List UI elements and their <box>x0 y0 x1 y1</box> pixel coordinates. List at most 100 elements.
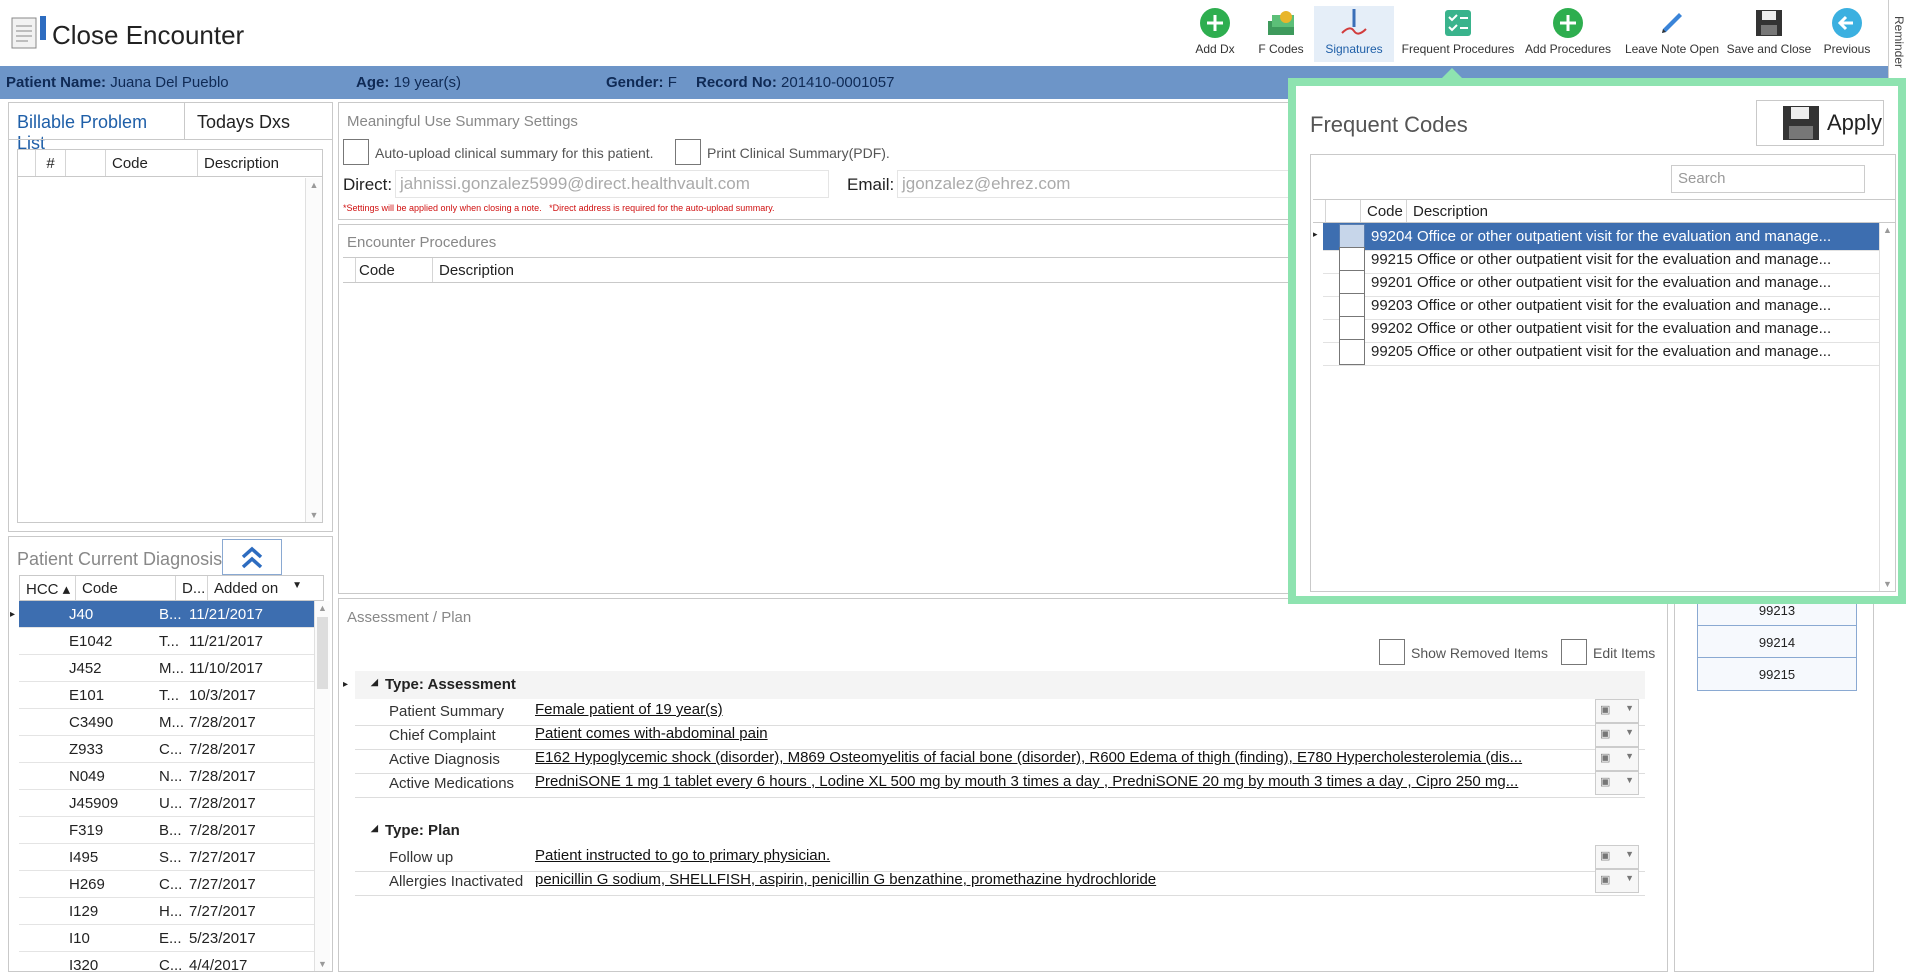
frequent-codes-search[interactable]: Search <box>1671 165 1865 193</box>
save-icon <box>1783 106 1819 140</box>
direct-address-field[interactable]: jahnissi.gonzalez5999@direct.healthvault… <box>395 170 829 198</box>
diagnosis-row[interactable]: J40 B... 11/21/2017 <box>19 601 314 628</box>
group-assessment[interactable]: ◢ Type: Assessment <box>355 671 1645 699</box>
code-cell: 99203 <box>1371 297 1413 314</box>
diagnosis-row[interactable]: Z933 C... 7/28/2017 <box>19 736 314 763</box>
previous-button[interactable]: Previous <box>1815 6 1879 62</box>
diagnosis-row[interactable]: I320 C... 4/4/2017 <box>19 952 314 977</box>
frequent-codes-title: Frequent Codes <box>1310 112 1468 137</box>
tab-todays-dxs[interactable]: Todays Dxs <box>189 103 329 139</box>
item-value[interactable]: penicillin G sodium, SHELLFISH, aspirin,… <box>535 871 1575 888</box>
procedure-code-button[interactable]: 99215 <box>1697 657 1857 691</box>
added-on-cell: 7/27/2017 <box>189 903 256 920</box>
billable-problem-panel: Billable Problem List Todays Dxs # Code … <box>8 102 333 532</box>
collapse-button[interactable] <box>222 539 282 575</box>
show-removed-checkbox[interactable] <box>1379 639 1405 665</box>
diagnosis-row[interactable]: F319 B... 7/28/2017 <box>19 817 314 844</box>
add-dx-button[interactable]: Add Dx <box>1187 6 1243 62</box>
code-cell: C3490 <box>69 714 114 731</box>
diagnosis-row[interactable]: J45909 U... 7/28/2017 <box>19 790 314 817</box>
signatures-button[interactable]: Signatures <box>1314 6 1394 62</box>
code-cell: 99202 <box>1371 320 1413 337</box>
age-label: Age: <box>356 74 390 91</box>
row-checkbox[interactable] <box>1339 339 1365 365</box>
diagnosis-header: HCC ▴ Code D... Added on ▼ <box>19 575 324 601</box>
signature-pen-icon <box>1337 6 1371 40</box>
item-action-dropdown[interactable]: ▣ ▼ <box>1595 747 1639 771</box>
frequent-codes-scrollbar[interactable]: ▲ ▼ <box>1879 223 1895 591</box>
description-cell: B... <box>159 606 182 623</box>
procedures-title: Encounter Procedures <box>347 234 497 251</box>
procedure-codes-column: 9921199212992139921499215 <box>1674 529 1874 972</box>
mu-title: Meaningful Use Summary Settings <box>347 113 578 130</box>
item-action-dropdown[interactable]: ▣ ▼ <box>1595 699 1639 723</box>
save-and-close-button[interactable]: Save and Close <box>1726 6 1812 62</box>
pencil-icon <box>1655 6 1689 40</box>
item-key: Active Diagnosis <box>389 751 500 768</box>
diagnosis-row[interactable]: H269 C... 7/27/2017 <box>19 871 314 898</box>
item-action-dropdown[interactable]: ▣ ▼ <box>1595 723 1639 747</box>
assessment-item-row[interactable]: Allergies Inactivated penicillin G sodium… <box>355 867 1645 896</box>
reminder-side-tab[interactable]: Reminder <box>1888 0 1906 90</box>
direct-label: Direct: <box>343 175 393 194</box>
add-procedures-button[interactable]: Add Procedures <box>1522 6 1614 62</box>
diagnosis-scrollbar[interactable]: ▲ ▼ <box>314 601 330 971</box>
item-action-dropdown[interactable]: ▣ ▼ <box>1595 869 1639 893</box>
diagnosis-row[interactable]: I10 E... 5/23/2017 <box>19 925 314 952</box>
description-cell: U... <box>159 795 183 812</box>
code-cell: 99215 <box>1371 251 1413 268</box>
tab-billable-problem-list[interactable]: Billable Problem List <box>9 103 185 153</box>
leave-note-open-button[interactable]: Leave Note Open <box>1622 6 1722 62</box>
code-cell: I320 <box>69 957 99 974</box>
diagnosis-row[interactable]: J452 M... 11/10/2017 <box>19 655 314 682</box>
description-cell: Office or other outpatient visit for the… <box>1417 228 1832 245</box>
item-value[interactable]: Patient comes with-abdominal pain <box>535 725 1575 742</box>
diagnosis-row[interactable]: E1042 T... 11/21/2017 <box>19 628 314 655</box>
frequent-code-row[interactable]: 99205 Office or other outpatient visit fo… <box>1323 338 1885 366</box>
f-codes-button[interactable]: F Codes <box>1250 6 1312 62</box>
code-cell: 99205 <box>1371 343 1413 360</box>
diagnosis-row[interactable]: C3490 M... 7/28/2017 <box>19 709 314 736</box>
print-summary-label: Print Clinical Summary(PDF). <box>707 145 890 161</box>
diagnosis-row[interactable]: N049 N... 7/28/2017 <box>19 763 314 790</box>
added-on-column-header[interactable]: Added on ▼ <box>208 576 308 600</box>
added-on-cell: 7/27/2017 <box>189 849 256 866</box>
double-chevron-up-icon <box>241 546 263 569</box>
group-plan[interactable]: ◢ Type: Plan <box>355 817 1645 845</box>
auto-upload-checkbox[interactable] <box>343 139 369 165</box>
description-cell: T... <box>159 633 180 650</box>
item-value[interactable]: PredniSONE 1 mg 1 tablet every 6 hours ,… <box>535 773 1575 790</box>
description-cell: Office or other outpatient visit for the… <box>1417 320 1832 337</box>
hcc-column-header[interactable]: HCC ▴ <box>20 576 76 600</box>
item-value[interactable]: Patient instructed to go to primary phys… <box>535 847 1575 864</box>
patient-name-label: Patient Name: <box>6 74 107 91</box>
print-summary-checkbox[interactable] <box>675 139 701 165</box>
item-value[interactable]: Female patient of 19 year(s) <box>535 701 1575 718</box>
diagnosis-row[interactable]: I129 H... 7/27/2017 <box>19 898 314 925</box>
code-cell: J452 <box>69 660 102 677</box>
added-on-cell: 7/27/2017 <box>189 876 256 893</box>
assessment-item-row[interactable]: Active Medications PredniSONE 1 mg 1 tabl… <box>355 769 1645 798</box>
edit-items-checkbox[interactable] <box>1561 639 1587 665</box>
apply-button[interactable]: Apply <box>1756 100 1884 146</box>
item-action-dropdown[interactable]: ▣ ▼ <box>1595 845 1639 869</box>
window-title: Close Encounter <box>52 20 245 50</box>
description-cell: Office or other outpatient visit for the… <box>1417 274 1832 291</box>
code-cell: Z933 <box>69 741 104 758</box>
row-pointer-icon: ▸ <box>1313 229 1318 239</box>
checklist-icon <box>1441 6 1475 40</box>
description-cell: M... <box>159 714 184 731</box>
frequent-procedures-button[interactable]: Frequent Procedures <box>1398 6 1518 62</box>
procedure-code-button[interactable]: 99214 <box>1697 625 1857 659</box>
diagnosis-row[interactable]: I495 S... 7/27/2017 <box>19 844 314 871</box>
item-key: Active Medications <box>389 775 515 792</box>
added-on-cell: 7/28/2017 <box>189 768 256 785</box>
description-cell: E... <box>159 930 182 947</box>
description-cell: Office or other outpatient visit for the… <box>1417 251 1832 268</box>
problem-list-scrollbar[interactable]: ▲ ▼ <box>305 178 322 522</box>
item-action-dropdown[interactable]: ▣ ▼ <box>1595 771 1639 795</box>
title-bar: Close Encounter Add Dx F Codes Signature… <box>0 0 1890 64</box>
code-cell: E1042 <box>69 633 113 650</box>
item-value[interactable]: E162 Hypoglycemic shock (disorder), M869… <box>535 749 1575 766</box>
diagnosis-row[interactable]: E101 T... 10/3/2017 <box>19 682 314 709</box>
